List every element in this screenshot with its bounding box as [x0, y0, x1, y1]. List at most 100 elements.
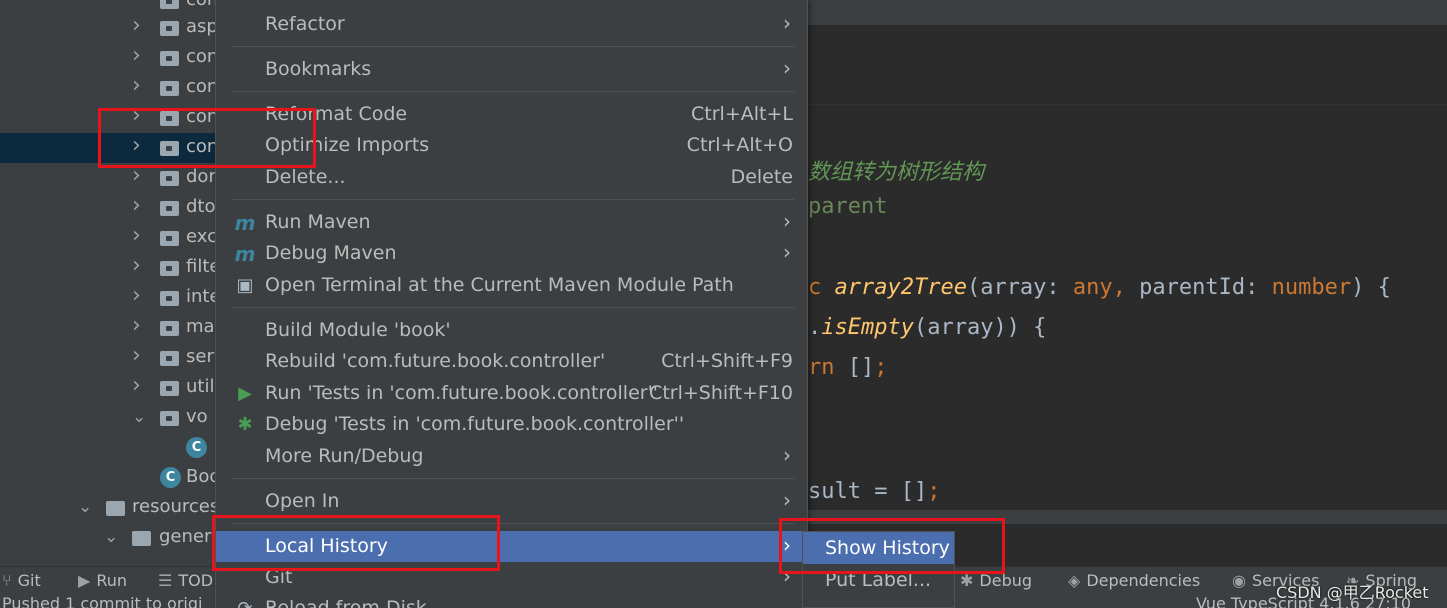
- tree-item[interactable]: ⌄ resources: [0, 493, 230, 523]
- code-line[interactable]: c array2Tree(array: any, parentId: numbe…: [808, 275, 1391, 300]
- code-line[interactable]: 数组转为树形结构: [808, 154, 984, 186]
- package-folder-icon: [160, 291, 179, 306]
- menu-item-build-module-book[interactable]: Build Module 'book': [216, 315, 807, 346]
- code-editor[interactable]: 数组转为树形结构 parent c array2Tree(array: any, p…: [808, 106, 1447, 526]
- tree-item[interactable]: › dto: [0, 193, 230, 223]
- tool-window-label: TOD: [178, 571, 214, 590]
- code-token: parent: [808, 194, 888, 219]
- code-token: rn: [808, 355, 848, 380]
- code-line[interactable]: .isEmpty(array)) {: [808, 315, 1046, 340]
- maven-debug-icon: m: [234, 242, 256, 266]
- tool-window-tod[interactable]: ☰ TOD: [158, 571, 213, 590]
- menu-separator: [232, 199, 794, 200]
- chevron-right-icon[interactable]: ›: [132, 43, 141, 68]
- chevron-right-icon[interactable]: ›: [132, 193, 141, 218]
- menu-item-label: Open Terminal at the Current Maven Modul…: [265, 274, 734, 296]
- services-icon: ◉: [1232, 571, 1246, 590]
- package-folder-icon: [160, 381, 179, 396]
- tree-item[interactable]: ⌄ genera: [0, 523, 230, 553]
- menu-item-rebuild-com-future-book-controller[interactable]: Rebuild 'com.future.book.controller' Ctrl…: [216, 346, 807, 377]
- menu-separator: [232, 46, 794, 47]
- menu-item-label: Open In: [265, 490, 340, 512]
- tree-item[interactable]: C: [0, 433, 230, 463]
- run-icon: ▶: [78, 571, 91, 590]
- chevron-right-icon[interactable]: ›: [132, 373, 141, 398]
- tool-window-dependencies[interactable]: ◈ Dependencies: [1068, 571, 1200, 590]
- code-token: isEmpty: [821, 315, 914, 340]
- chevron-right-icon: ›: [783, 443, 791, 467]
- code-token: .: [808, 315, 822, 340]
- menu-item-run-maven[interactable]: m Run Maven ›: [216, 207, 807, 238]
- tree-item[interactable]: › asp: [0, 13, 230, 43]
- code-token: []: [900, 479, 928, 504]
- menu-item-label: More Run/Debug: [265, 445, 424, 467]
- menu-item-open-in[interactable]: Open In ›: [216, 486, 807, 517]
- menu-item-shortcut: Delete: [730, 166, 793, 188]
- chevron-right-icon: ›: [783, 240, 791, 264]
- package-folder-icon: [160, 411, 179, 426]
- tool-window-label: Git: [17, 571, 41, 590]
- package-folder-icon: [160, 0, 179, 9]
- menu-item-open-terminal-at-the-current-maven-module-path[interactable]: ▣ Open Terminal at the Current Maven Modu…: [216, 270, 807, 301]
- menu-item-refactor[interactable]: Refactor ›: [216, 9, 807, 40]
- chevron-right-icon[interactable]: ›: [132, 253, 141, 278]
- menu-item-run-tests-in-com-future-book-controller[interactable]: ▶ Run 'Tests in 'com.future.book.controll…: [216, 378, 807, 409]
- tool-window-run[interactable]: ▶ Run: [78, 571, 127, 590]
- folder-icon: [106, 501, 125, 516]
- code-token: sult: [808, 479, 875, 504]
- code-token: ) {: [1351, 275, 1391, 300]
- menu-item-label: Reload from Disk: [265, 597, 427, 608]
- package-folder-icon: [160, 351, 179, 366]
- chevron-right-icon[interactable]: ›: [132, 313, 141, 338]
- chevron-down-icon[interactable]: ⌄: [132, 407, 146, 427]
- chevron-down-icon[interactable]: ⌄: [78, 497, 92, 517]
- chevron-right-icon[interactable]: ›: [132, 223, 141, 248]
- tool-window-label: Dependencies: [1086, 571, 1201, 590]
- status-message[interactable]: Pushed 1 commit to origi: [2, 596, 202, 608]
- code-line[interactable]: parent: [808, 194, 887, 219]
- chevron-right-icon[interactable]: ›: [132, 73, 141, 98]
- folder-icon: [132, 531, 151, 546]
- code-line[interactable]: sult = [];: [808, 479, 940, 504]
- chevron-right-icon[interactable]: ›: [132, 13, 141, 38]
- tree-item[interactable]: C Boo: [0, 463, 230, 493]
- tool-window-git[interactable]: ⑂ Git: [2, 571, 41, 590]
- menu-item-label: Refactor: [265, 13, 345, 35]
- chevron-right-icon[interactable]: ›: [132, 343, 141, 368]
- tree-item[interactable]: › filte: [0, 253, 230, 283]
- package-folder-icon: [160, 81, 179, 96]
- tree-item-label: resources: [132, 496, 220, 517]
- code-line[interactable]: rn [];: [808, 355, 888, 380]
- code-token: 数组转为树形结构: [808, 160, 985, 185]
- tree-item[interactable]: › serv: [0, 343, 230, 373]
- maven-run-icon: m: [234, 211, 256, 235]
- chevron-down-icon[interactable]: ⌄: [104, 527, 118, 547]
- highlight-box-local-history: [212, 515, 500, 571]
- tree-item[interactable]: › con: [0, 73, 230, 103]
- menu-item-debug-maven[interactable]: m Debug Maven ›: [216, 238, 807, 269]
- tree-item[interactable]: › ma: [0, 313, 230, 343]
- tree-item[interactable]: › util: [0, 373, 230, 403]
- menu-item-more-run-debug[interactable]: More Run/Debug ›: [216, 441, 807, 472]
- menu-item-bookmarks[interactable]: Bookmarks ›: [216, 54, 807, 85]
- code-token: []: [847, 355, 875, 380]
- menu-item-label: Run Maven: [265, 211, 371, 233]
- run-icon: ▶: [238, 383, 252, 404]
- chevron-right-icon: ›: [783, 209, 791, 233]
- tree-item[interactable]: › con: [0, 43, 230, 73]
- editor-tab-bar: [808, 0, 1447, 25]
- tree-item[interactable]: › exc: [0, 223, 230, 253]
- code-token: =: [874, 479, 901, 504]
- code-token: any: [1072, 275, 1113, 300]
- tree-item-label: ma: [186, 316, 215, 337]
- menu-item-reload-from-disk[interactable]: ⟳ Reload from Disk: [216, 593, 807, 608]
- tree-item[interactable]: ⌄ vo: [0, 403, 230, 433]
- tree-item[interactable]: › inte: [0, 283, 230, 313]
- code-token: ,: [1112, 275, 1140, 300]
- menu-item-label: Bookmarks: [265, 58, 372, 80]
- project-tree[interactable]: com.fu ›asp›con›con›con›con›dor›dto›exc›…: [0, 0, 230, 566]
- chevron-right-icon[interactable]: ›: [132, 283, 141, 308]
- package-folder-icon: [160, 171, 179, 186]
- menu-item-label: Build Module 'book': [265, 319, 451, 341]
- menu-item-debug-tests-in-com-future-book-controller[interactable]: ✱ Debug 'Tests in 'com.future.book.contro…: [216, 409, 807, 440]
